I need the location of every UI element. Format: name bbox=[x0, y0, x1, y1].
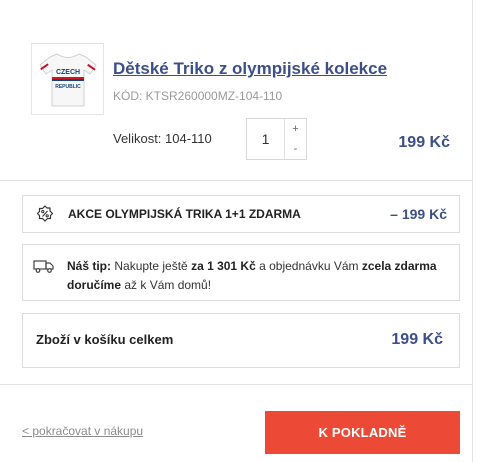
percent-badge-icon bbox=[36, 205, 54, 222]
tshirt-print-line2: REPUBLIC bbox=[55, 84, 81, 90]
truck-icon bbox=[33, 260, 54, 273]
continue-shopping-link[interactable]: < pokračovat v nákupu bbox=[22, 424, 143, 438]
tshirt-image-icon: CZECH REPUBLIC bbox=[38, 53, 97, 107]
tip-label: Náš tip: bbox=[67, 259, 112, 273]
product-price: 199 Kč bbox=[398, 134, 450, 151]
quantity-stepper: 1 + - bbox=[246, 118, 307, 160]
promo-discount-value: – 199 Kč bbox=[390, 206, 447, 222]
tip-text-part1: Nakupte ještě bbox=[111, 259, 192, 273]
tip-amount: za 1 301 Kč bbox=[191, 259, 256, 273]
divider bbox=[0, 180, 472, 181]
quantity-decrease-button[interactable]: - bbox=[285, 139, 306, 159]
cart-total-value: 199 Kč bbox=[391, 331, 443, 348]
quantity-input[interactable]: 1 bbox=[247, 119, 285, 159]
product-image[interactable]: CZECH REPUBLIC bbox=[31, 43, 104, 115]
product-size: Velikost: 104-110 bbox=[113, 131, 212, 146]
product-title-link[interactable]: Dětské Triko z olympijské kolekce bbox=[113, 59, 387, 79]
tshirt-print-line1: CZECH bbox=[55, 69, 79, 76]
promo-discount-box: AKCE OLYMPIJSKÁ TRIKA 1+1 ZDARMA – 199 K… bbox=[22, 195, 460, 233]
cart-total-label: Zboží v košíku celkem bbox=[36, 332, 174, 347]
shipping-tip-text: Náš tip: Nakupte ještě za 1 301 Kč a obj… bbox=[67, 257, 452, 295]
divider bbox=[0, 384, 472, 385]
cart-total-box: Zboží v košíku celkem 199 Kč bbox=[22, 313, 460, 368]
checkout-button[interactable]: K POKLADNĚ bbox=[265, 411, 460, 454]
shipping-tip-box: Náš tip: Nakupte ještě za 1 301 Kč a obj… bbox=[22, 244, 460, 301]
tip-text-part3: až k Vám domů! bbox=[121, 278, 212, 292]
tip-text-part2: a objednávku Vám bbox=[255, 259, 362, 273]
product-code: KÓD: KTSR260000MZ-104-110 bbox=[113, 89, 283, 103]
promo-title: AKCE OLYMPIJSKÁ TRIKA 1+1 ZDARMA bbox=[68, 207, 301, 221]
panel-edge bbox=[472, 0, 477, 462]
quantity-increase-button[interactable]: + bbox=[285, 119, 306, 139]
